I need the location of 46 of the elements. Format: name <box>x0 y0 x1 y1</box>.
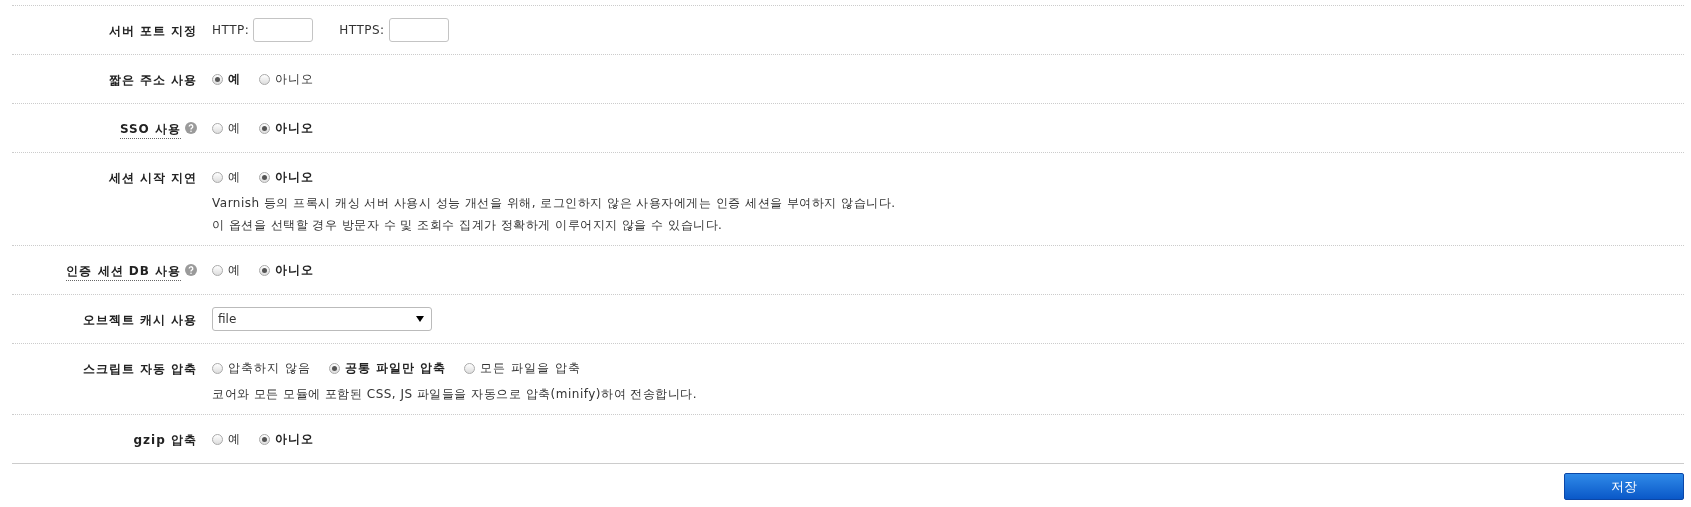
radio-button[interactable] <box>212 171 223 183</box>
setting-label: 오브젝트 캐시 사용 <box>82 312 197 329</box>
setting-label: 세션 시작 지연 <box>108 170 197 187</box>
option-label[interactable]: 아니오 <box>275 70 314 88</box>
radio-button[interactable] <box>259 433 270 445</box>
option-label[interactable]: 예 <box>228 430 241 448</box>
setting-label: 짧은 주소 사용 <box>108 72 197 89</box>
radio-button[interactable] <box>212 122 223 134</box>
option-label[interactable]: 아니오 <box>275 168 314 186</box>
option-label[interactable]: 공통 파일만 압축 <box>344 359 447 377</box>
radio-button[interactable] <box>464 362 476 374</box>
help-icon[interactable] <box>185 122 197 134</box>
radio-button[interactable] <box>212 264 223 276</box>
description-text: Varnish 등의 프록시 캐싱 서버 사용시 성능 개선을 위해, 로그인하지 않은 사용자에게는 인증 세션을 부여하지 않습니다. <box>212 195 897 212</box>
option-label[interactable]: 모든 파일을 압축 <box>480 359 581 377</box>
description-text: 이 옵션을 선택할 경우 방문자 수 및 조회수 집계가 정확하게 이루어지지 않을 수 있습니다. <box>212 217 724 234</box>
setting-label: gzip 압축 <box>133 432 197 449</box>
radio-button[interactable] <box>328 362 340 374</box>
port-label: HTTP: <box>212 23 250 37</box>
port-input[interactable] <box>388 18 449 42</box>
description-text: 코어와 모든 모듈에 포함된 CSS, JS 파일들을 자동으로 압축(minify)하여 전송합니다. <box>212 386 699 403</box>
save-button[interactable]: 저장 <box>1564 473 1684 500</box>
port-label: HTTPS: <box>339 23 385 37</box>
option-label[interactable]: 아니오 <box>275 430 314 448</box>
radio-button[interactable] <box>259 73 270 85</box>
option-label[interactable]: 예 <box>228 70 241 88</box>
setting-label: 스크립트 자동 압축 <box>82 361 197 378</box>
option-label[interactable]: 예 <box>228 261 241 279</box>
help-icon[interactable] <box>185 264 197 276</box>
port-input[interactable] <box>253 18 314 42</box>
option-label[interactable]: 예 <box>228 168 241 186</box>
option-label[interactable]: 아니오 <box>275 119 314 137</box>
dropdown-arrow-icon <box>416 316 424 322</box>
setting-label: 서버 포트 지정 <box>108 23 197 40</box>
radio-button[interactable] <box>259 171 270 183</box>
radio-button[interactable] <box>212 73 223 85</box>
radio-button[interactable] <box>259 122 270 134</box>
cache-select[interactable]: file <box>212 307 432 331</box>
setting-label: SSO 사용 <box>119 121 181 139</box>
option-label[interactable]: 예 <box>228 119 241 137</box>
radio-button[interactable] <box>212 433 223 445</box>
option-label[interactable]: 아니오 <box>275 261 314 279</box>
radio-button[interactable] <box>259 264 270 276</box>
setting-label: 인증 세션 DB 사용 <box>66 263 181 281</box>
radio-button[interactable] <box>212 362 223 374</box>
option-label[interactable]: 압축하지 않음 <box>228 359 311 377</box>
